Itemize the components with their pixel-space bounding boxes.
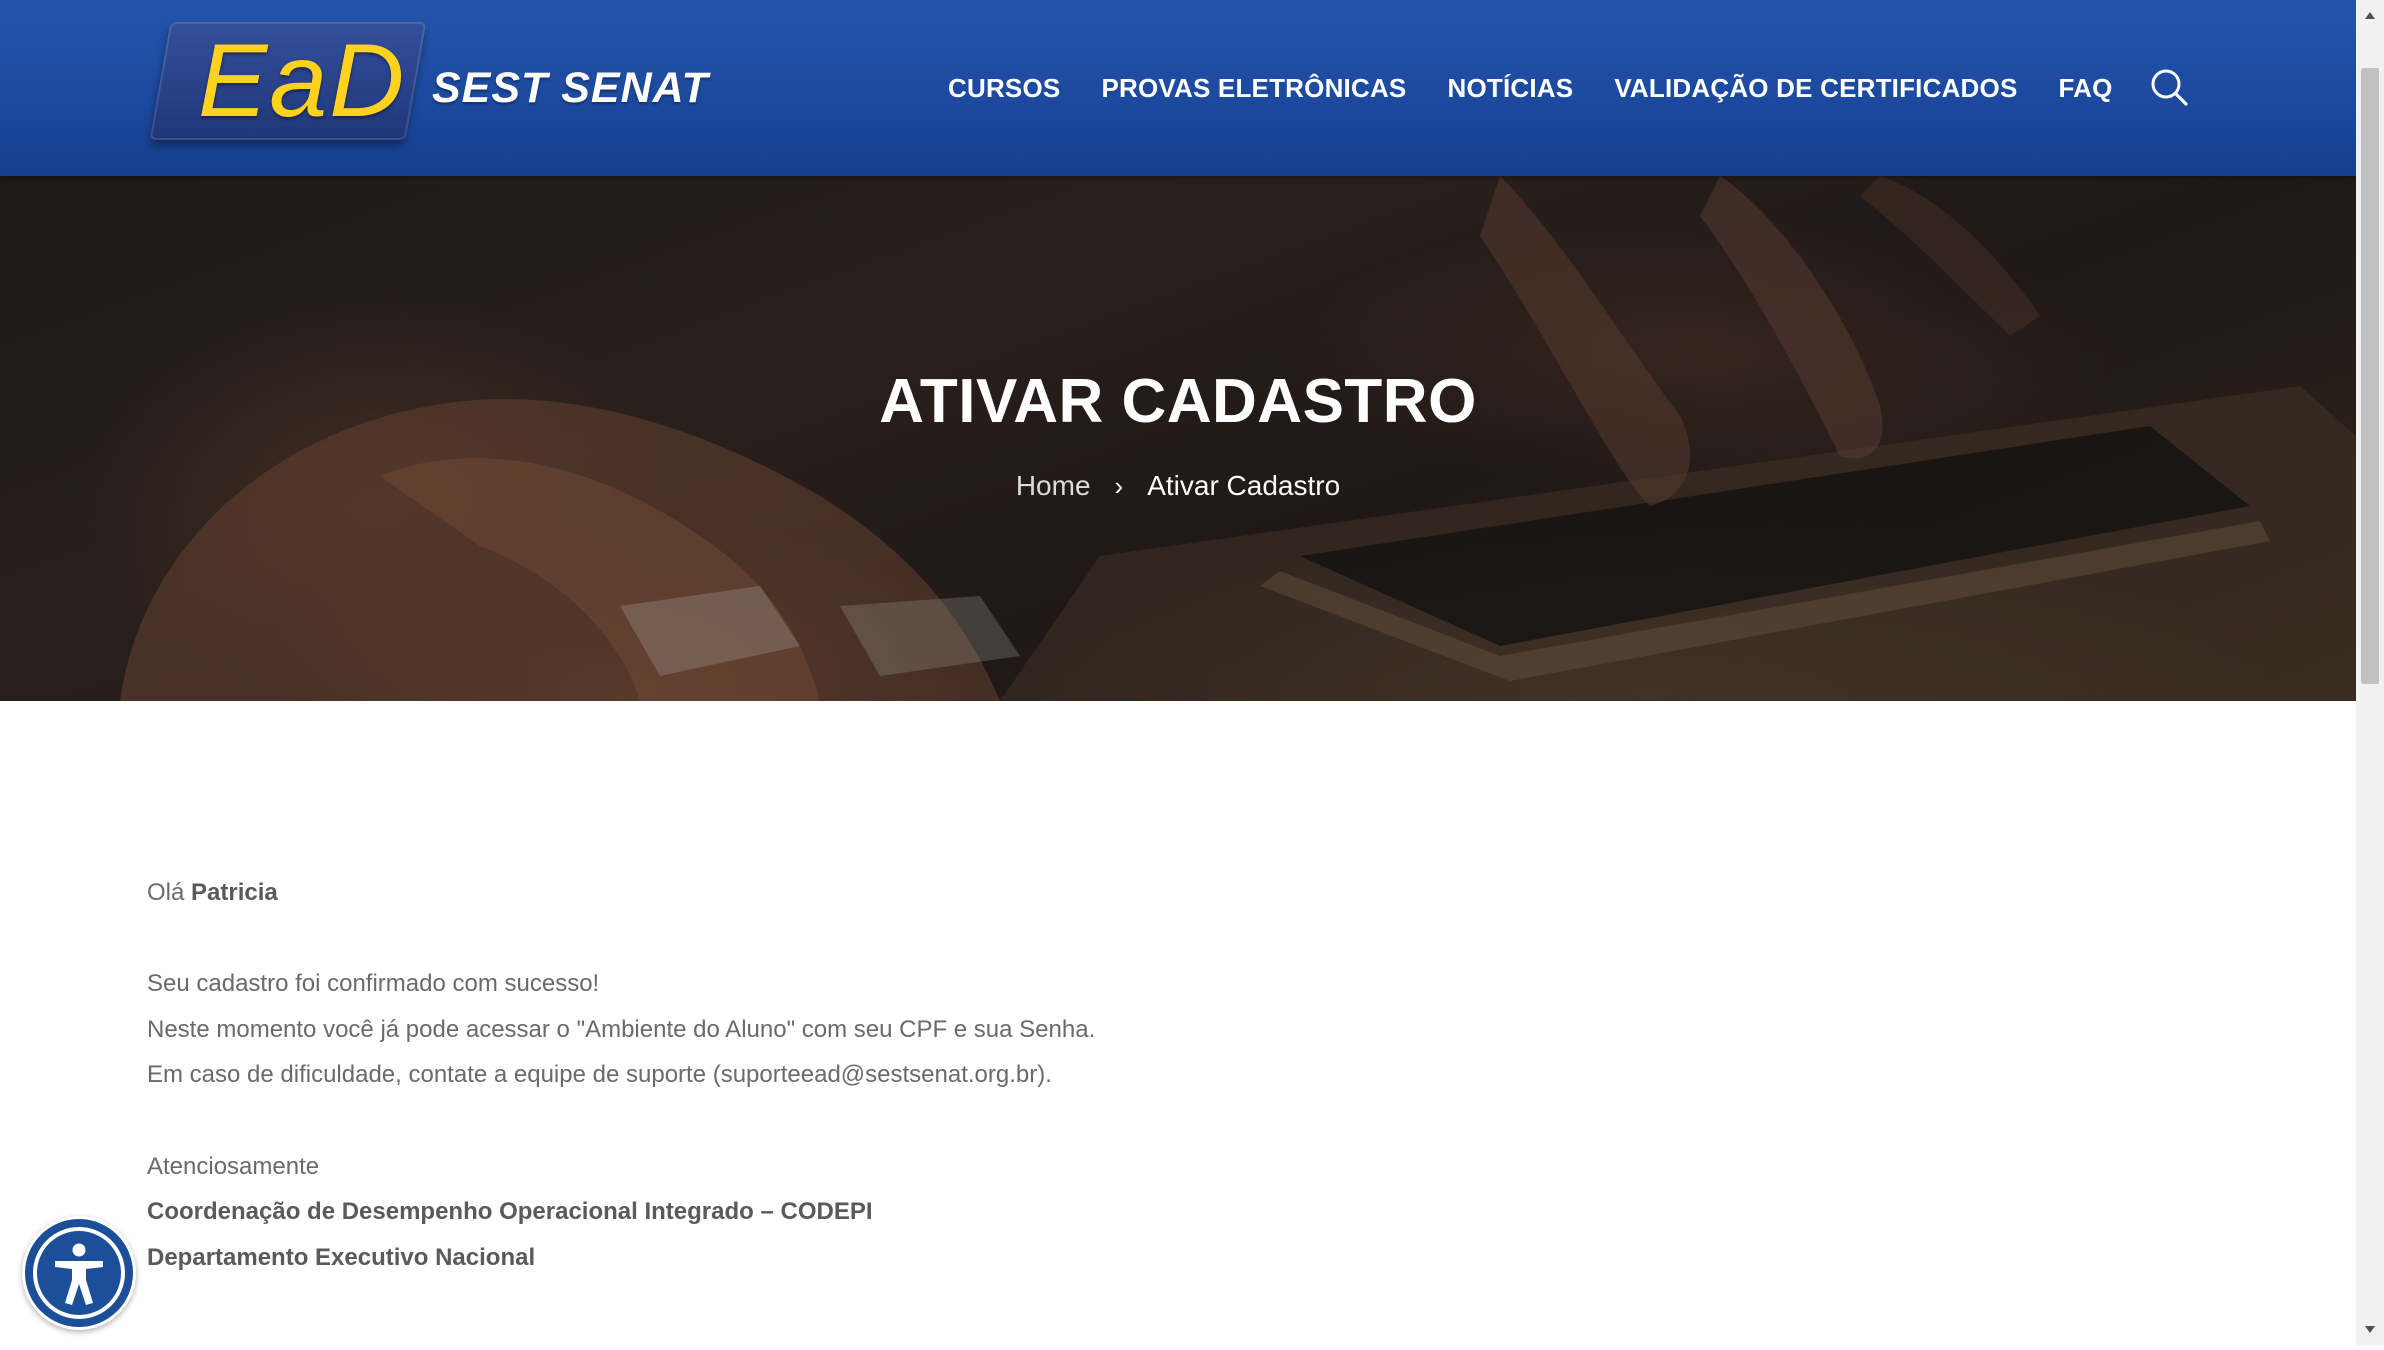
scroll-thumb[interactable] <box>2361 68 2379 684</box>
breadcrumb: Home › Ativar Cadastro <box>0 464 2356 508</box>
greeting-prefix: Olá <box>147 879 185 906</box>
breadcrumb-separator: › <box>1114 471 1124 501</box>
message-line-access: Neste momento você já pode acessar o "Am… <box>147 1015 1096 1043</box>
message-line-confirmed: Seu cadastro foi confirmado com sucesso! <box>147 970 600 998</box>
logo-ead[interactable]: EaD <box>198 16 406 146</box>
accessibility-button[interactable] <box>22 1216 136 1330</box>
signature-executive: Departamento Executivo Nacional <box>147 1243 536 1271</box>
search-icon <box>2151 69 2188 106</box>
nav-item-noticias[interactable]: NOTÍCIAS <box>1447 68 1573 108</box>
message-line-support: Em caso de dificuldade, contate a equipe… <box>147 1061 1052 1089</box>
page-title: ATIVAR CADASTRO <box>879 367 1477 436</box>
scroll-up-button[interactable] <box>2356 0 2384 30</box>
user-name: Patricia <box>191 879 278 906</box>
closing-text: Atenciosamente <box>147 1152 320 1180</box>
breadcrumb-home-link[interactable]: Home <box>1016 470 1091 501</box>
vertical-scrollbar[interactable] <box>2356 0 2384 1345</box>
main-nav: CURSOS PROVAS ELETRÔNICAS NOTÍCIAS VALID… <box>948 68 2113 108</box>
scroll-down-button[interactable] <box>2356 1315 2384 1345</box>
site-header: EaD SEST SENAT CURSOS PROVAS ELETRÔNICAS… <box>0 0 2356 176</box>
nav-item-provas-eletronicas[interactable]: PROVAS ELETRÔNICAS <box>1101 68 1406 108</box>
page: EaD SEST SENAT CURSOS PROVAS ELETRÔNICAS… <box>0 0 2356 1345</box>
hero-banner: ATIVAR CADASTRO Home › Ativar Cadastro <box>0 176 2356 701</box>
logo-sest-senat[interactable]: SEST SENAT <box>432 60 709 116</box>
breadcrumb-current: Ativar Cadastro <box>1147 470 1341 501</box>
nav-item-validacao-certificados[interactable]: VALIDAÇÃO DE CERTIFICADOS <box>1614 68 2017 108</box>
arrow-up-icon <box>2365 12 2375 19</box>
accessibility-icon <box>25 1219 133 1327</box>
greeting: Olá Patricia <box>147 870 1647 916</box>
nav-item-faq[interactable]: FAQ <box>2059 68 2113 108</box>
activation-message: Olá Patricia Seu cadastro foi confirmado… <box>147 870 1647 1280</box>
signature-department: Coordenação de Desempenho Operacional In… <box>147 1198 873 1226</box>
nav-item-cursos[interactable]: CURSOS <box>948 68 1060 108</box>
arrow-down-icon <box>2365 1326 2375 1333</box>
search-button[interactable] <box>2148 66 2192 110</box>
